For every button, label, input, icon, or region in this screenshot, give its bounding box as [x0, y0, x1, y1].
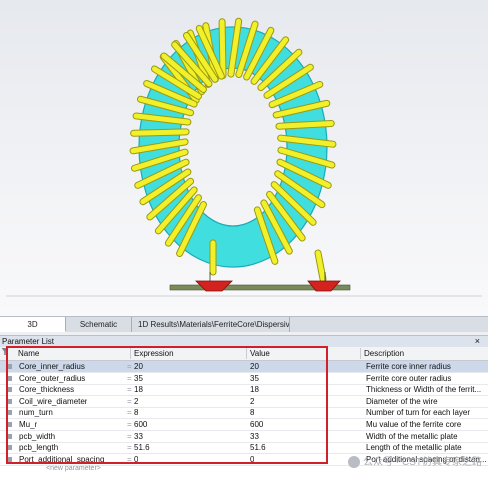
view-tab-bar: 3D Schematic 1D Results\Materials\Ferrit… [0, 316, 488, 333]
param-description-cell[interactable]: Number of turn for each layer [366, 407, 470, 418]
close-icon[interactable]: × [475, 336, 480, 347]
highlight-box [6, 346, 328, 464]
watermark-text: 公众号 · CST仿真专家之路 [363, 457, 482, 468]
toroid-model[interactable] [0, 0, 488, 316]
coil-turn [131, 129, 189, 136]
param-description-cell[interactable]: Length of the metallic plate [366, 442, 462, 453]
tab-3d-label: 3D [27, 320, 38, 329]
param-description-cell[interactable]: Diameter of the wire [366, 396, 438, 407]
param-description-cell[interactable]: Width of the metallic plate [366, 431, 458, 442]
wechat-icon [348, 456, 361, 469]
coil-turn [219, 19, 226, 79]
new-parameter-row[interactable]: <new parameter> [46, 465, 101, 472]
tab-1d-results-label: 1D Results\Materials\FerriteCore\Dispers… [138, 320, 290, 329]
3d-viewport[interactable] [0, 0, 488, 316]
tab-schematic[interactable]: Schematic [66, 317, 132, 332]
column-description-header[interactable]: Description [364, 347, 404, 360]
tab-1d-results[interactable]: 1D Results\Materials\FerriteCore\Dispers… [132, 317, 290, 332]
param-description-cell[interactable]: Ferrite core inner radius [366, 361, 451, 372]
param-description-cell[interactable]: Mu value of the ferrite core [366, 419, 461, 430]
param-description-cell[interactable]: Ferrite core outer radius [366, 373, 451, 384]
coil-turn [276, 120, 334, 129]
tab-3d[interactable]: 3D [0, 317, 66, 332]
param-description-cell[interactable]: Thickness or Width of the ferrit... [366, 384, 481, 395]
watermark: 公众号 · CST仿真专家之路 [348, 453, 482, 469]
tab-schematic-label: Schematic [79, 320, 118, 329]
